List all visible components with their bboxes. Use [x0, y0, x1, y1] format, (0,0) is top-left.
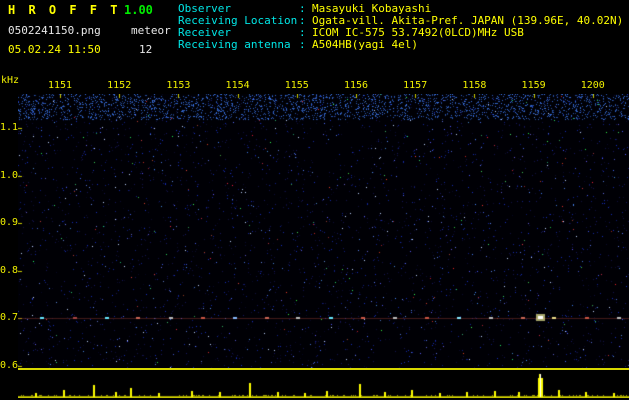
x-tick-label: 1156: [343, 80, 369, 91]
x-tick-label: 1158: [462, 80, 487, 91]
app-version: 1.00: [124, 3, 153, 17]
y-axis-unit-label: kHz: [1, 75, 20, 86]
frequency-axis-baseline: [18, 368, 629, 370]
x-tick-label: 1153: [166, 80, 191, 91]
y-tick-label: 1.0: [0, 170, 19, 181]
info-value: A504HB(yagi 4el): [312, 38, 418, 51]
station-info-row: Receiving antenna: A504HB(yagi 4el): [178, 39, 628, 51]
app-title: H R O F F T: [8, 3, 121, 17]
meteor-count: 12: [139, 43, 153, 56]
info-colon: :: [299, 38, 306, 51]
y-tick-label: 0.6: [0, 360, 19, 371]
y-tick-label: 1.1: [0, 122, 19, 133]
hrofft-screen: H R O F F T 1.00 0502241150.png meteor 0…: [0, 0, 629, 400]
x-tick-label: 1155: [284, 80, 309, 91]
x-tick-label: 1157: [403, 80, 428, 91]
signal-power-strip: [18, 371, 629, 398]
y-tick-label: 0.7: [0, 312, 19, 323]
station-info: Observer: Masayuki Kobayashi Receiving Loc…: [178, 3, 628, 51]
mode-label: meteor: [131, 24, 171, 37]
x-tick-label: 1200: [580, 80, 605, 91]
y-tick-label: 0.9: [0, 217, 19, 228]
spectrogram-canvas: [18, 94, 629, 368]
output-filename: 0502241150.png: [8, 24, 101, 37]
x-tick-label: 1154: [225, 80, 250, 91]
x-tick-label: 1151: [47, 80, 73, 91]
datetime: 05.02.24 11:50: [8, 43, 101, 56]
y-tick-label: 0.8: [0, 265, 19, 276]
info-label: Receiving antenna: [178, 38, 291, 51]
x-tick-label: 1152: [107, 80, 132, 91]
x-tick-label: 1159: [521, 80, 546, 91]
